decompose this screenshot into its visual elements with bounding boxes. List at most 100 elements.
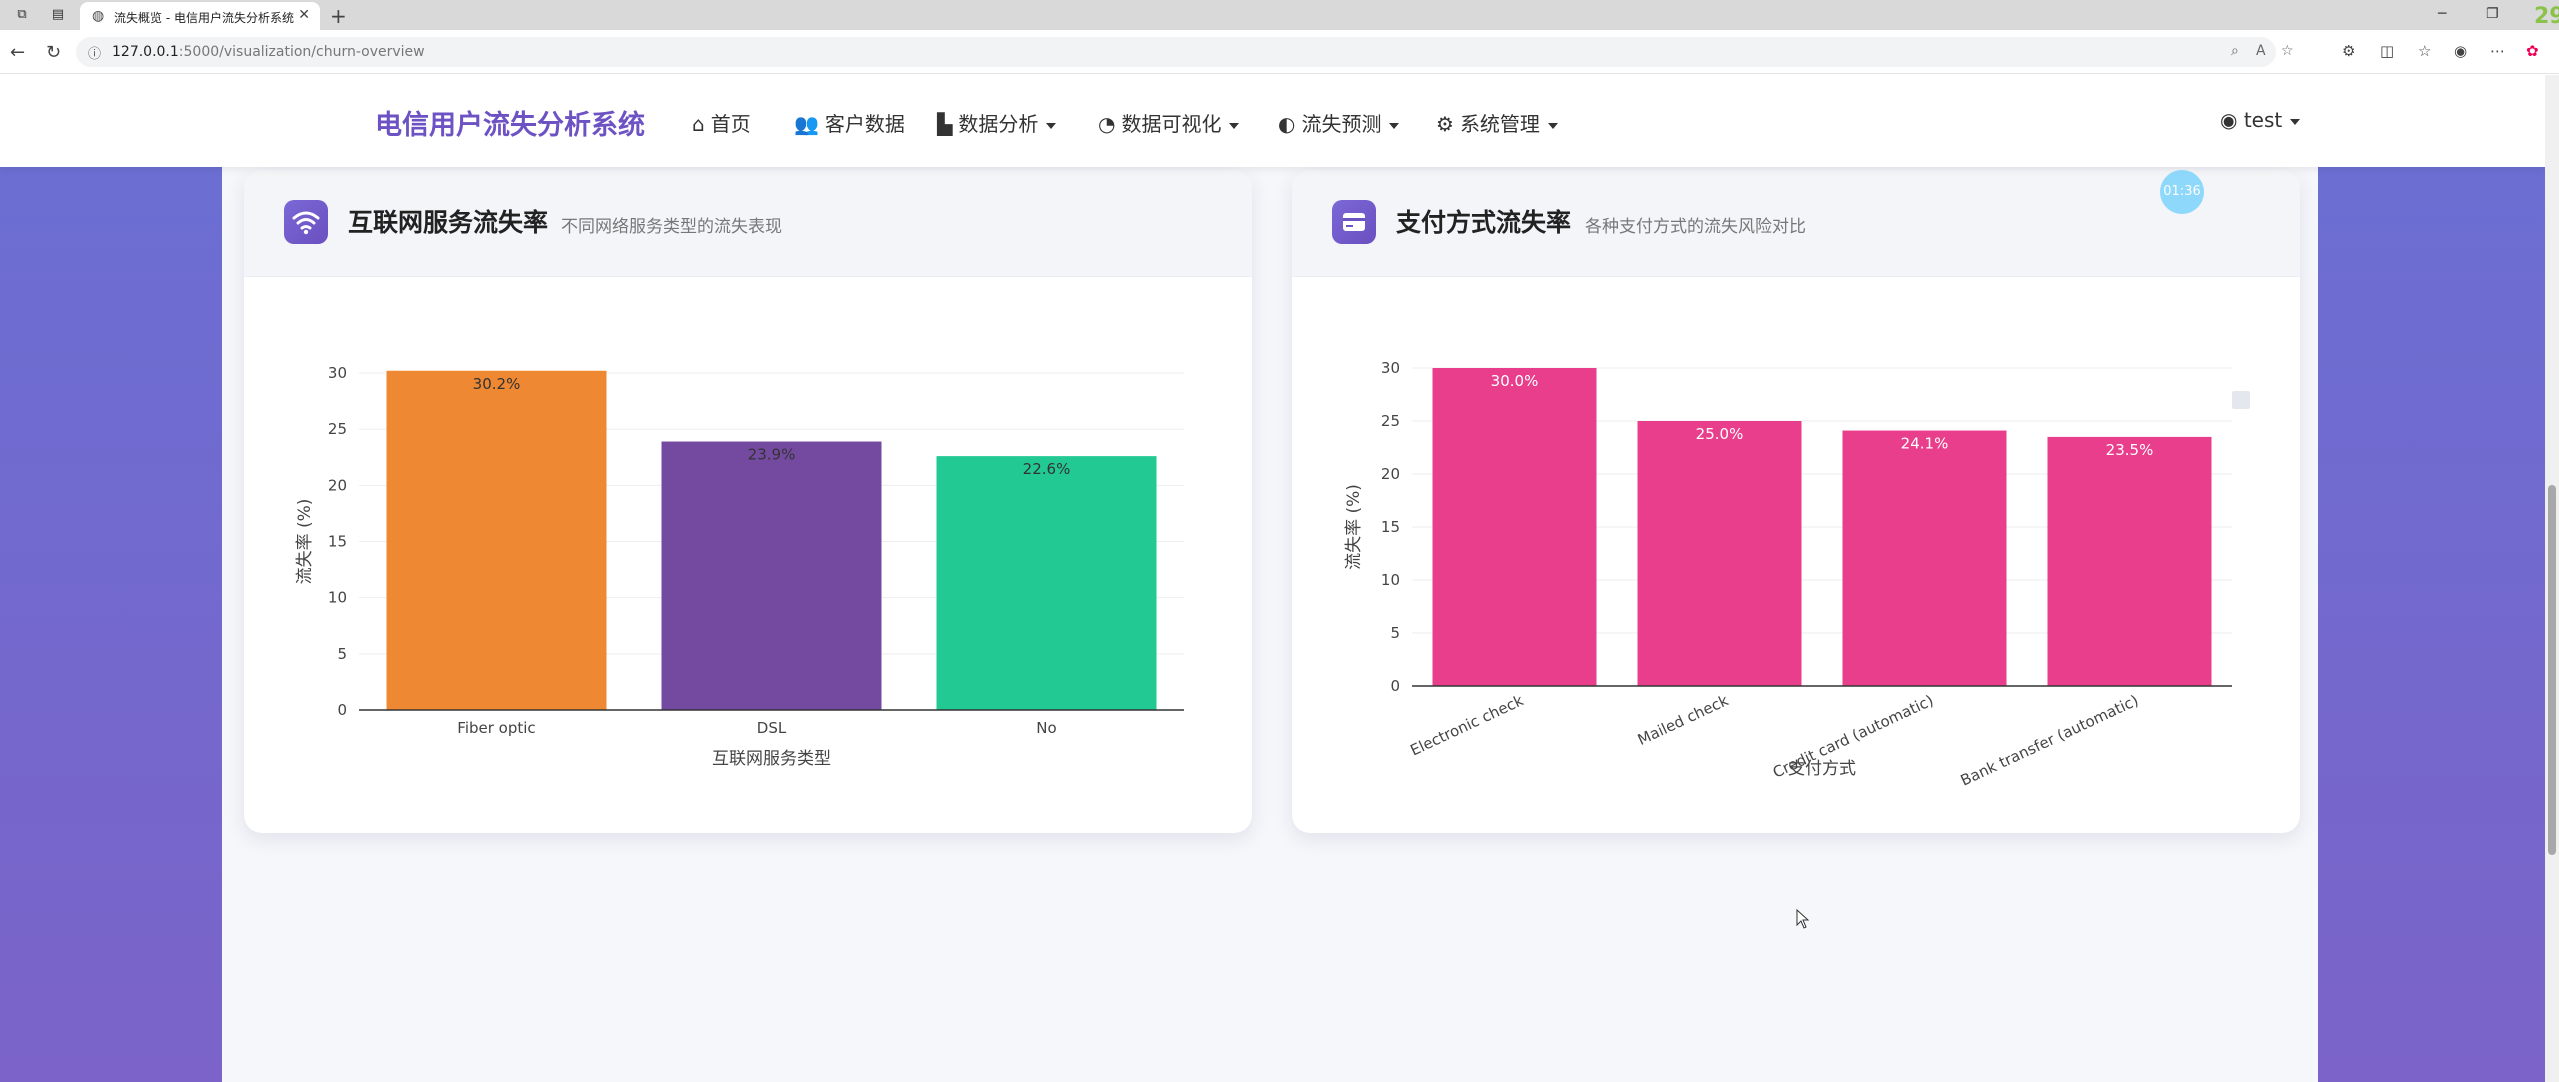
favorite-star-icon[interactable]: ☆ [2281,43,2294,59]
chart-bar-icon: ▙ [937,112,953,136]
y-tick-label: 10 [1381,571,1400,589]
extensions-icon[interactable]: ⚙ [2342,42,2355,60]
tab-title: 流失概览 - 电信用户流失分析系统 [114,11,294,25]
url-bar[interactable]: ⓘ 127.0.0.1:5000/visualization/churn-ove… [76,37,2294,67]
user-menu[interactable]: ◉ test [2220,108,2301,132]
nav-customer-data[interactable]: 👥 客户数据 [794,108,905,137]
y-tick-label: 0 [1390,677,1400,695]
x-tick-label: Electronic check [1407,691,1526,759]
chart-export-icon [2232,391,2250,409]
x-axis-title: 互联网服务类型 [712,749,831,769]
x-tick-label: Mailed check [1635,691,1732,749]
chevron-down-icon [1389,122,1400,129]
y-tick-label: 20 [328,476,347,494]
read-aloud-icon[interactable]: A [2256,43,2266,59]
y-tick-label: 25 [1381,412,1400,430]
y-tick-label: 5 [337,645,347,663]
close-tab-icon[interactable]: ✕ [298,7,310,23]
data-label: 24.1% [1901,435,1949,453]
new-tab-button[interactable]: + [330,4,347,28]
nav-data-analysis[interactable]: ▙ 数据分析 [937,108,1057,137]
y-axis-title: 流失率 (%) [1344,484,1364,570]
extension-badge: 29 [2534,4,2559,29]
users-icon: 👥 [794,112,819,136]
home-icon: ⌂ [692,112,705,136]
restore-icon[interactable]: ❐ [2486,6,2499,22]
minimize-icon[interactable]: ─ [2438,6,2446,22]
data-label: 30.0% [1491,372,1539,390]
data-label: 25.0% [1696,425,1744,443]
site-info-icon[interactable]: ⓘ [88,43,101,62]
bar-dsl [661,441,882,710]
y-tick-label: 10 [328,589,347,607]
back-icon[interactable]: ← [10,42,25,63]
chevron-down-icon [1229,122,1240,129]
card-subtitle: 不同网络服务类型的流失表现 [561,217,782,237]
nav-data-visualization[interactable]: ◔ 数据可视化 [1098,108,1240,137]
browser-tab-active[interactable]: ◍ 流失概览 - 电信用户流失分析系统 ✕ [80,2,320,30]
page-viewport: 电信用户流失分析系统 ⌂ 首页 👥 客户数据 ▙ 数据分析 ◔ 数据可视化 ◐ 流失预测 … [0,75,2545,1082]
bar-no [936,456,1157,710]
url-text: 127.0.0.1:5000/visualization/churn-overv… [112,44,425,60]
page-scrollbar[interactable] [2545,75,2559,1082]
mouse-cursor-icon [1796,909,1810,929]
bar-electronic-check [1432,368,1597,686]
y-tick-label: 25 [328,420,347,438]
internet-service-bar-chart: 0 5 10 15 20 25 30 30.2% Fiber optic 23.9% DSL 22.6… [295,364,1184,769]
user-circle-icon: ◉ [2220,108,2244,132]
split-screen-icon[interactable]: ◫ [2380,42,2394,60]
bar-fiber-optic [386,370,607,710]
profile-icon[interactable]: ◉ [2454,42,2467,60]
x-tick-label: Bank transfer (automatic) [1958,691,2141,789]
y-tick-label: 30 [1381,359,1400,377]
wifi-icon [284,200,328,244]
y-tick-label: 15 [328,533,347,551]
card-header: 互联网服务流失率 不同网络服务类型的流失表现 [244,170,1252,277]
bar-credit-card-automatic- [1842,430,2007,686]
x-tick-label: Fiber optic [457,719,535,737]
gear-icon: ⚙ [1436,112,1454,136]
x-tick-label: DSL [757,719,787,737]
reload-icon[interactable]: ↻ [46,42,61,63]
card-subtitle: 各种支付方式的流失风险对比 [1585,217,1806,237]
copilot-icon[interactable]: ✿ [2526,42,2539,60]
chevron-down-icon [1046,122,1057,129]
pie-chart-icon: ◔ [1098,112,1116,136]
browser-tab-bar: ⧉ ▤ ◍ 流失概览 - 电信用户流失分析系统 ✕ + ─ ❐ 29 [0,0,2559,30]
scrollbar-thumb[interactable] [2548,485,2556,855]
nav-system-management[interactable]: ⚙ 系统管理 [1436,108,1558,137]
data-label: 23.5% [2106,441,2154,459]
card-title: 互联网服务流失率 [348,208,549,237]
workspaces-icon[interactable]: ⧉ [14,7,30,23]
bar-mailed-check [1637,421,1802,686]
internet-service-churn-card: 互联网服务流失率 不同网络服务类型的流失表现 0 5 10 15 20 25 30 30.2%… [244,170,1252,833]
top-navbar: 电信用户流失分析系统 ⌂ 首页 👥 客户数据 ▙ 数据分析 ◔ 数据可视化 ◐ 流失预测 … [0,75,2545,167]
y-tick-label: 5 [1390,624,1400,642]
nav-churn-prediction[interactable]: ◐ 流失预测 [1278,108,1400,137]
bar-bank-transfer-automatic- [2047,436,2212,686]
y-tick-label: 15 [1381,518,1400,536]
y-tick-label: 0 [337,701,347,719]
brain-icon: ◐ [1278,112,1296,136]
globe-icon: ◍ [92,8,105,24]
y-tick-label: 30 [328,364,347,382]
chevron-down-icon [1547,122,1558,129]
address-toolbar: ← ↻ ⓘ 127.0.0.1:5000/visualization/churn… [0,30,2559,74]
credit-card-icon [1332,200,1376,244]
vertical-tabs-icon[interactable]: ▤ [50,7,66,23]
x-tick-label: No [1036,719,1056,737]
data-label: 22.6% [1023,460,1071,478]
nav-home[interactable]: ⌂ 首页 [692,108,751,137]
y-tick-label: 20 [1381,465,1400,483]
data-label: 23.9% [748,446,796,464]
zoom-icon[interactable]: ⌕ [2231,43,2239,59]
x-axis-title: 支付方式 [1788,759,1856,779]
timer-badge: 01:36 [2160,170,2204,214]
chevron-down-icon [2290,118,2301,125]
favorites-icon[interactable]: ☆ [2418,42,2431,60]
card-title: 支付方式流失率 [1396,208,1572,237]
brand-title[interactable]: 电信用户流失分析系统 [375,103,645,142]
more-menu-icon[interactable]: ⋯ [2490,42,2505,60]
payment-method-churn-card: 支付方式流失率 各种支付方式的流失风险对比 0 5 10 15 20 25 30 30.0% E… [1292,170,2300,833]
card-header: 支付方式流失率 各种支付方式的流失风险对比 [1292,170,2300,277]
